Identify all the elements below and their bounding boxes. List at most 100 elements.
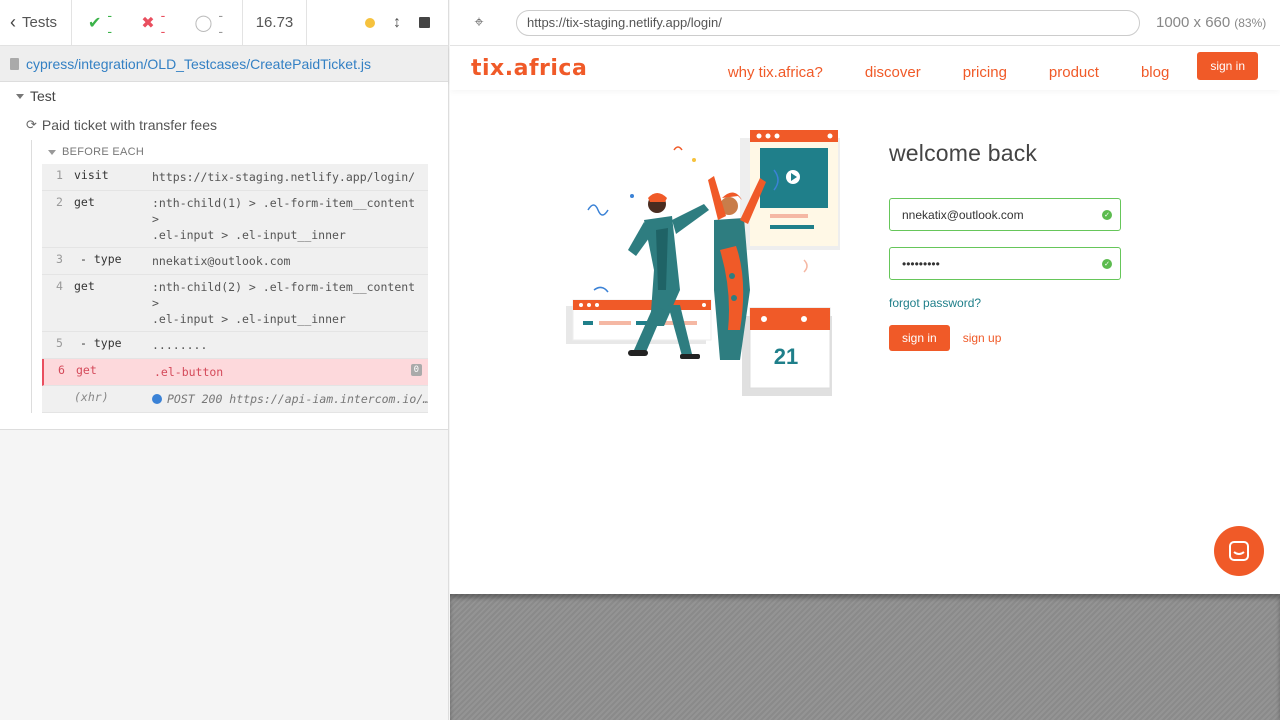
command-message-line: :nth-child(2) > .el-form-item__content > [152,280,416,310]
aut-iframe: tix.africa why tix.africa? discover pric… [450,46,1280,594]
command-message: .el-button [154,365,224,379]
email-value: nnekatix@outlook.com [902,207,1024,222]
email-field[interactable]: nnekatix@outlook.com ✓ [889,198,1121,231]
circle-notch-icon: ◯ [194,14,213,32]
chat-launcher-button[interactable] [1214,526,1264,576]
command-row[interactable]: 5 - type ........ [42,332,428,359]
aut-header: ⌖ https://tix-staging.netlify.app/login/… [450,0,1280,46]
failed-count: -- [160,6,166,39]
tests-button[interactable]: ‹ Tests [0,0,72,45]
command-message: :nth-child(1) > .el-form-item__content >… [152,195,428,243]
calendar-day: 21 [774,344,798,369]
nav-signin-button[interactable]: sign in [1197,52,1258,80]
pending-count: -- [218,6,224,39]
signup-link[interactable]: sign up [963,331,1002,345]
reporter-header: ‹ Tests ✔ -- ✖ -- ◯ -- 16.73 ↕ [0,0,448,46]
app-preview-panel: ⌖ https://tix-staging.netlify.app/login/… [450,0,1280,720]
site-logo[interactable]: tix.africa [471,56,587,81]
refresh-icon: ⟳ [26,117,37,132]
dancing-people-illustration: 21 [566,130,840,396]
valid-check-icon: ✓ [1102,258,1112,269]
command-message: POST 200 https://api-iam.intercom.io/… [152,390,428,408]
selector-playground-icon[interactable]: ⌖ [470,14,488,32]
command-row[interactable]: 4 get :nth-child(2) > .el-form-item__con… [42,275,428,332]
password-value: ••••••••• [902,256,940,271]
command-number: 1 [56,168,63,182]
command-message: ........ [152,338,208,352]
failed-stat: ✖ -- [141,7,168,39]
welcome-heading: welcome back [889,140,1038,166]
command-message-line: .el-input > .el-input__inner [152,312,346,326]
valid-check-icon: ✓ [1102,209,1112,220]
command-message-line: :nth-child(1) > .el-form-item__content > [152,196,416,226]
passed-count: -- [107,6,113,39]
command-name: - type [80,336,122,350]
command-name: get [76,363,97,377]
command-number: 2 [56,195,63,209]
element-count-badge: 0 [410,364,422,376]
password-field[interactable]: ••••••••• ✓ [889,247,1121,280]
hook-title[interactable]: BEFORE EACH [42,140,428,164]
viewport-size: 1000 x 660 [1156,14,1231,31]
nav-link-why[interactable]: why tix.africa? [728,56,823,81]
test-row[interactable]: ⟳ Paid ticket with transfer fees [0,110,448,140]
login-form: welcome back nnekatix@outlook.com ✓ ••••… [889,140,1121,351]
nav-link-pricing[interactable]: pricing [963,56,1007,81]
run-controls: ↕ [307,0,448,45]
command-name: get [74,195,95,209]
signin-button[interactable]: sign in [889,325,950,351]
suite-row[interactable]: Test [0,82,448,110]
command-message: https://tix-staging.netlify.app/login/ [152,170,416,184]
nav-link-blog[interactable]: blog [1141,56,1169,81]
hooks-section: BEFORE EACH 1 visit https://tix-staging.… [31,140,428,413]
command-name: (xhr) [74,390,109,404]
xhr-message: POST 200 https://api-iam.intercom.io/… [167,392,428,406]
command-message: :nth-child(2) > .el-form-item__content >… [152,279,428,327]
login-area: 21 welcome back nnekatix@outlook.com ✓ •… [450,90,1280,594]
command-row[interactable]: 3 - type nnekatix@outlook.com [42,248,428,275]
cross-icon: ✖ [141,14,155,32]
xhr-status-icon [152,394,162,404]
chevron-left-icon: ‹ [10,12,16,32]
nav-links: why tix.africa? discover pricing product… [728,52,1280,81]
command-list: 1 visit https://tix-staging.netlify.app/… [42,164,428,413]
site-navbar: tix.africa why tix.africa? discover pric… [450,46,1280,90]
viewport-info[interactable]: 1000 x 660 (83%) [1156,14,1266,31]
command-name: get [74,279,95,293]
test-title: Paid ticket with transfer fees [41,117,217,133]
reporter-panel: ‹ Tests ✔ -- ✖ -- ◯ -- 16.73 ↕ cypress/i… [0,0,449,720]
viewport-scale: (83%) [1234,16,1267,30]
pending-stat: ◯ -- [195,7,227,39]
command-message: nnekatix@outlook.com [152,254,291,268]
suite-title: Test [30,88,56,104]
test-stats: ✔ -- ✖ -- ◯ -- [72,0,243,45]
auto-scroll-toggle-icon[interactable]: ↕ [393,14,401,32]
check-icon: ✔ [88,14,102,32]
command-number: 5 [56,336,63,350]
command-number: 3 [56,252,63,266]
chat-icon [1229,541,1249,561]
tests-label: Tests [22,14,58,31]
command-number: 6 [58,363,65,377]
passed-stat: ✔ -- [88,7,115,39]
running-indicator-icon [365,17,375,28]
aut-empty-area [450,594,1280,720]
command-row-failed[interactable]: 6 get .el-button 0 [42,359,428,386]
stop-button[interactable] [419,17,430,28]
hook-title-label: BEFORE EACH [62,146,145,158]
command-row[interactable]: 2 get :nth-child(1) > .el-form-item__con… [42,191,428,248]
command-row-xhr[interactable]: (xhr) POST 200 https://api-iam.intercom.… [42,386,428,413]
command-number [42,390,74,408]
spec-file-path[interactable]: cypress/integration/OLD_Testcases/Create… [26,56,371,72]
spec-file-header: cypress/integration/OLD_Testcases/Create… [0,46,448,82]
caret-down-icon [48,149,56,155]
nav-link-discover[interactable]: discover [865,56,921,81]
nav-link-product[interactable]: product [1049,56,1099,81]
command-message-line: .el-input > .el-input__inner [152,228,346,242]
url-display[interactable]: https://tix-staging.netlify.app/login/ [516,9,1140,36]
forgot-password-link[interactable]: forgot password? [889,296,1121,310]
command-number: 4 [56,279,63,293]
caret-down-icon [16,93,24,99]
command-name: visit [74,168,109,182]
command-row[interactable]: 1 visit https://tix-staging.netlify.app/… [42,164,428,191]
